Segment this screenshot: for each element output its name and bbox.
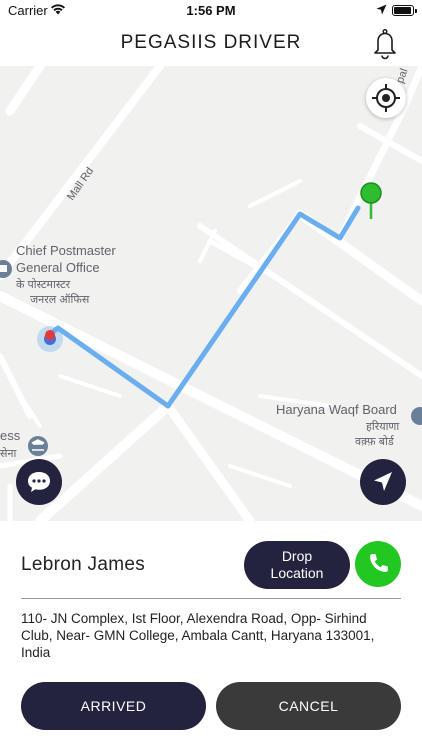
drop-button-label-line2: Location bbox=[270, 565, 324, 581]
rider-name: Lebron James bbox=[21, 554, 146, 575]
poi-chief-postmaster-hi-line1: के पोस्टमास्टर bbox=[16, 279, 71, 291]
current-location-marker bbox=[45, 330, 55, 340]
navigation-arrow-icon bbox=[374, 472, 392, 491]
poi-chief-postmaster-hi-line2: जनरल ऑफिस bbox=[30, 294, 90, 306]
phone-icon bbox=[370, 554, 388, 572]
poi-partial-label: ess bbox=[0, 428, 21, 443]
app-header: PEGASIIS DRIVER bbox=[0, 22, 422, 66]
navigate-button[interactable] bbox=[360, 459, 406, 505]
status-time: 1:56 PM bbox=[186, 3, 236, 18]
recenter-button[interactable] bbox=[366, 78, 406, 118]
trip-panel: Lebron James Drop Location 110- JN Compl… bbox=[0, 521, 422, 750]
poi-haryana-waqf-hi-line1: हरियाणा bbox=[366, 421, 400, 433]
crosshair-icon bbox=[372, 84, 400, 112]
route-map[interactable]: Mall Rd pal Chief Postmaster General Off… bbox=[0, 66, 422, 521]
poi-partial-hi-label: सेना bbox=[0, 448, 17, 460]
drop-button-label-line1: Drop bbox=[281, 548, 313, 564]
drop-location-button[interactable]: Drop Location bbox=[244, 541, 350, 589]
status-bar: Carrier 1:56 PM bbox=[0, 0, 422, 22]
chat-icon bbox=[28, 472, 50, 492]
battery-icon bbox=[392, 5, 417, 16]
chat-button[interactable] bbox=[16, 459, 62, 505]
divider bbox=[21, 598, 401, 599]
bell-icon[interactable] bbox=[368, 26, 402, 60]
arrived-button[interactable]: ARRIVED bbox=[21, 682, 206, 730]
page-title: PEGASIIS DRIVER bbox=[120, 32, 302, 53]
call-button[interactable] bbox=[355, 541, 401, 587]
pickup-address: 110- JN Complex, Ist Floor, Alexendra Ro… bbox=[21, 611, 375, 660]
pickup-pin bbox=[360, 182, 382, 204]
poi-haryana-waqf-hi-line2: वक़्फ़ बोर्ड bbox=[355, 436, 394, 448]
cancel-button[interactable]: CANCEL bbox=[216, 682, 401, 730]
poi-chief-postmaster-line1: Chief Postmaster bbox=[16, 243, 116, 258]
poi-chief-postmaster-line2: General Office bbox=[16, 260, 100, 275]
location-services-icon bbox=[376, 4, 387, 15]
poi-haryana-waqf-board: Haryana Waqf Board bbox=[276, 402, 397, 417]
